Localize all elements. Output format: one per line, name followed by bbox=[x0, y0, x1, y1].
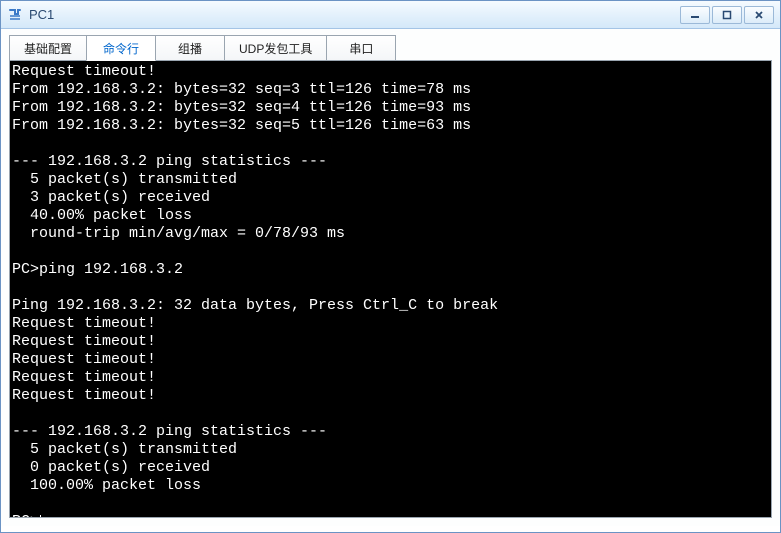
window-controls bbox=[680, 6, 774, 24]
tab-bar: 基础配置 命令行 组播 UDP发包工具 串口 bbox=[9, 35, 772, 61]
tab-label: 串口 bbox=[349, 40, 373, 57]
tab-label: 命令行 bbox=[103, 40, 139, 57]
tab-label: UDP发包工具 bbox=[239, 40, 312, 57]
tab-basic-config[interactable]: 基础配置 bbox=[9, 35, 87, 61]
app-icon bbox=[7, 7, 23, 23]
tab-label: 组播 bbox=[178, 40, 202, 57]
tab-multicast[interactable]: 组播 bbox=[155, 35, 225, 61]
close-button[interactable] bbox=[744, 6, 774, 24]
tab-label: 基础配置 bbox=[24, 40, 72, 57]
terminal-prompt: PC> bbox=[12, 513, 39, 518]
tab-cli[interactable]: 命令行 bbox=[86, 35, 156, 61]
tab-serial[interactable]: 串口 bbox=[326, 35, 396, 61]
terminal-output: Request timeout! From 192.168.3.2: bytes… bbox=[12, 63, 498, 494]
terminal-cursor bbox=[40, 515, 41, 519]
minimize-button[interactable] bbox=[680, 6, 710, 24]
terminal[interactable]: Request timeout! From 192.168.3.2: bytes… bbox=[9, 60, 772, 518]
content-area: 基础配置 命令行 组播 UDP发包工具 串口 Request timeout! … bbox=[1, 29, 780, 526]
titlebar: PC1 bbox=[1, 1, 780, 29]
tab-udp-tool[interactable]: UDP发包工具 bbox=[224, 35, 327, 61]
window-title: PC1 bbox=[29, 7, 54, 22]
maximize-button[interactable] bbox=[712, 6, 742, 24]
